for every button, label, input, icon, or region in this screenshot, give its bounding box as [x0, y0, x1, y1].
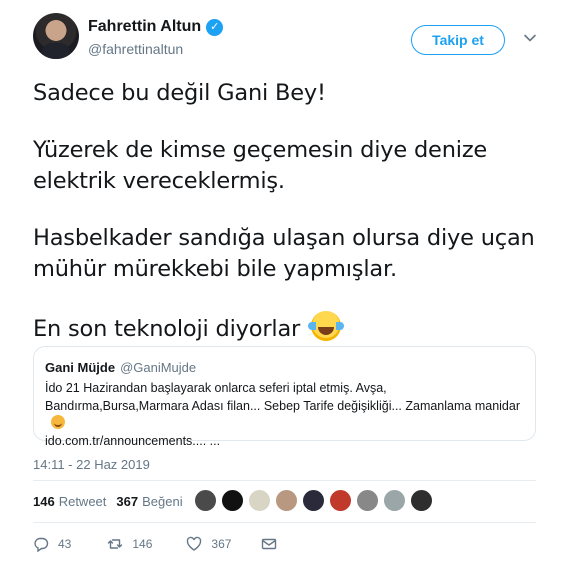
quoted-tweet[interactable]: Gani Müjde @GaniMujde İdo 21 Hazirandan … [33, 346, 536, 448]
tweet: Fahrettin Altun ✓ @fahrettinaltun Takip … [0, 0, 561, 575]
tweet-paragraph-text: En son teknoloji diyorlar [33, 316, 301, 342]
quoted-tweet-text: İdo 21 Hazirandan başlayarak onlarca sef… [45, 380, 530, 450]
tweet-paragraph: Sadece bu değil Gani Bey! [33, 80, 326, 106]
liker-avatar[interactable] [275, 489, 298, 512]
tweet-actions: 43 146 367 [33, 536, 277, 552]
tweet-stats: 146 Retweet 367 Beğeni [33, 494, 183, 509]
reply-count: 43 [58, 537, 72, 551]
quoted-tweet-header: Gani Müjde @GaniMujde [45, 360, 196, 375]
tweet-paragraph: Hasbelkader sandığa ulaşan olursa diye u… [33, 225, 535, 282]
retweets-label[interactable]: Retweet [59, 494, 107, 509]
smiling-face-emoji-icon [51, 415, 65, 429]
retweets-count[interactable]: 146 [33, 494, 55, 509]
tweet-paragraph: Yüzerek de kimse geçemesin diye denize e… [33, 137, 488, 194]
likes-label[interactable]: Beğeni [142, 494, 182, 509]
verified-icon: ✓ [206, 18, 224, 36]
author-handle[interactable]: @fahrettinaltun [88, 41, 183, 57]
likes-count[interactable]: 367 [116, 494, 138, 509]
liker-avatar[interactable] [410, 489, 433, 512]
reply-icon [34, 537, 49, 552]
divider [33, 480, 536, 481]
liker-avatars [194, 489, 433, 512]
reply-button[interactable]: 43 [33, 536, 71, 552]
avatar[interactable] [33, 13, 79, 59]
quoted-tweet-handle: @GaniMujde [120, 360, 197, 375]
follow-button[interactable]: Takip et [411, 25, 505, 55]
like-action-count: 367 [211, 537, 232, 551]
chevron-down-icon[interactable] [523, 31, 537, 45]
retweet-icon [108, 539, 123, 549]
quoted-tweet-body: İdo 21 Hazirandan başlayarak onlarca sef… [45, 381, 520, 413]
liker-avatar[interactable] [383, 489, 406, 512]
like-button[interactable]: 367 [186, 536, 231, 552]
retweet-action-count: 146 [132, 537, 153, 551]
envelope-icon [262, 538, 277, 550]
liker-avatar[interactable] [356, 489, 379, 512]
liker-avatar[interactable] [221, 489, 244, 512]
divider [33, 522, 536, 523]
liker-avatar[interactable] [329, 489, 352, 512]
author-name-row: Fahrettin Altun ✓ [88, 18, 224, 36]
liker-avatar[interactable] [248, 489, 271, 512]
quoted-tweet-name: Gani Müjde [45, 360, 116, 375]
tears-of-joy-emoji-icon [308, 311, 345, 341]
direct-message-button[interactable] [261, 536, 277, 552]
liker-avatar[interactable] [302, 489, 325, 512]
heart-icon [187, 536, 202, 551]
tweet-timestamp[interactable]: 14:11 - 22 Haz 2019 [33, 457, 150, 472]
tweet-paragraph-last: En son teknoloji diyorlar [33, 311, 538, 345]
tweet-text: Sadece bu değil Gani Bey! Yüzerek de kim… [33, 78, 538, 345]
liker-avatar[interactable] [194, 489, 217, 512]
retweet-button[interactable]: 146 [107, 536, 152, 552]
author-display-name[interactable]: Fahrettin Altun [88, 18, 201, 36]
quoted-tweet-link: ido.com.tr/announcements.... ... [45, 433, 221, 448]
